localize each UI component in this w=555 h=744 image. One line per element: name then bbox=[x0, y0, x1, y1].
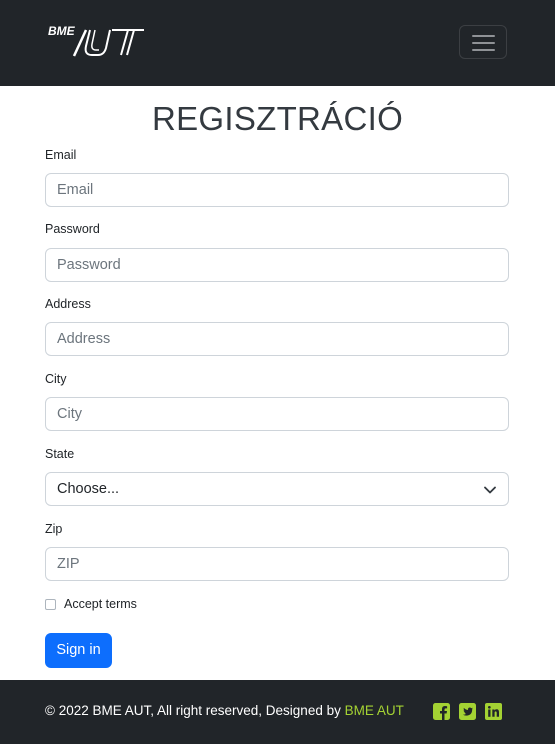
email-label: Email bbox=[45, 148, 77, 162]
footer-designer-link[interactable]: BME AUT bbox=[345, 703, 404, 718]
accept-terms-checkbox[interactable] bbox=[45, 599, 56, 610]
state-select[interactable]: Choose... bbox=[45, 472, 509, 506]
chevron-down-icon bbox=[484, 486, 496, 494]
twitter-square-icon[interactable] bbox=[459, 703, 476, 720]
sign-in-button[interactable]: Sign in bbox=[45, 633, 112, 668]
copyright-text: © 2022 BME AUT, All right reserved, Desi… bbox=[45, 703, 345, 718]
linkedin-icon[interactable] bbox=[485, 703, 502, 720]
city-label: City bbox=[45, 372, 67, 386]
zip-input[interactable] bbox=[45, 547, 509, 581]
hamburger-icon-bar bbox=[472, 42, 495, 44]
hamburger-icon bbox=[472, 35, 495, 37]
facebook-square-icon[interactable] bbox=[433, 703, 450, 720]
bme-aut-logo[interactable]: BME bbox=[46, 22, 148, 60]
footer: © 2022 BME AUT, All right reserved, Desi… bbox=[0, 680, 555, 744]
hamburger-icon-bar bbox=[472, 49, 495, 51]
page-title: REGISZTRÁCIÓ bbox=[151, 100, 404, 137]
navbar-toggler-button[interactable] bbox=[459, 25, 507, 59]
accept-terms-label[interactable]: Accept terms bbox=[64, 597, 137, 611]
address-input[interactable] bbox=[45, 322, 509, 356]
password-input[interactable] bbox=[45, 248, 509, 282]
state-select-value: Choose... bbox=[57, 481, 120, 497]
svg-text:BME: BME bbox=[48, 24, 76, 38]
footer-copyright: © 2022 BME AUT, All right reserved, Desi… bbox=[45, 703, 404, 718]
address-label: Address bbox=[45, 297, 91, 311]
zip-label: Zip bbox=[45, 522, 63, 536]
state-label: State bbox=[45, 447, 75, 461]
city-input[interactable] bbox=[45, 397, 509, 431]
email-input[interactable] bbox=[45, 173, 509, 207]
password-label: Password bbox=[45, 222, 100, 236]
navbar: BME bbox=[0, 0, 555, 86]
